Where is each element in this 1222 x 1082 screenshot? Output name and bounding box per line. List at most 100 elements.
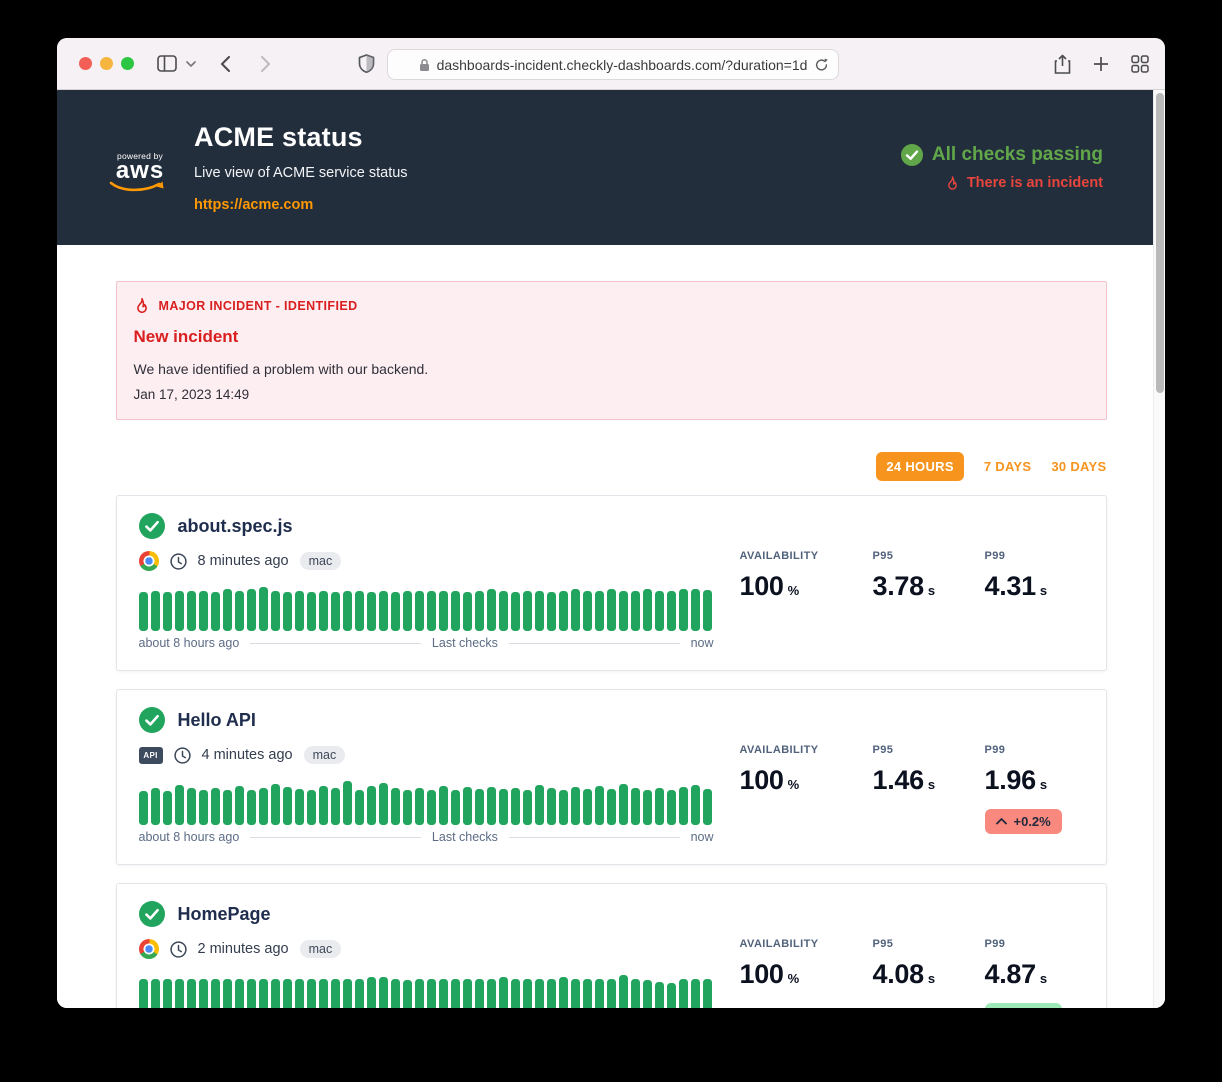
chart-bar [571, 979, 580, 1008]
chart-bar [499, 977, 508, 1008]
chart-bar [643, 980, 652, 1008]
chart-bar [199, 979, 208, 1008]
chart-bar [679, 979, 688, 1008]
axis-mid-label: Last checks [432, 636, 498, 650]
chart-bar [139, 592, 148, 631]
chart-bar [151, 979, 160, 1008]
last-run-text: 8 minutes ago [198, 553, 289, 569]
chart-bar [391, 788, 400, 825]
chart-bar [463, 787, 472, 825]
chart-bar [547, 788, 556, 825]
page-content: powered by aws ACME status Live view of … [57, 90, 1165, 1008]
delta-badge: −0.2% [985, 1003, 1062, 1008]
new-tab-icon[interactable] [1093, 56, 1109, 72]
chart-bar [187, 979, 196, 1008]
clock-icon [174, 747, 191, 764]
chart-bar [259, 979, 268, 1008]
browser-window: dashboards-incident.checkly-dashboards.c… [57, 38, 1165, 1008]
minimize-button[interactable] [100, 57, 113, 70]
stat-label: P99 [985, 550, 1084, 562]
chart-bar [427, 591, 436, 631]
check-circle-icon [139, 901, 165, 927]
chart-bar [571, 589, 580, 631]
scrollbar[interactable] [1153, 90, 1165, 1008]
chart-bar [631, 979, 640, 1008]
chart-bar [139, 791, 148, 825]
chart-bar [511, 788, 520, 825]
flame-icon [945, 175, 960, 192]
clock-icon [170, 553, 187, 570]
chart-bar [415, 591, 424, 631]
check-circle-icon [901, 144, 923, 166]
tab-7-days[interactable]: 7 DAYS [984, 459, 1032, 474]
check-cards: about.spec.js API 8 minutes ago mac abou… [116, 495, 1107, 1008]
chart-bar [247, 790, 256, 825]
privacy-shield-icon[interactable] [351, 49, 381, 79]
site-link[interactable]: https://acme.com [194, 197, 313, 213]
chart-bar [307, 592, 316, 631]
chart-bar [163, 791, 172, 825]
chart-bar [259, 587, 268, 631]
chart-bar [319, 786, 328, 825]
chart-bar [655, 982, 664, 1008]
chart-bar [187, 591, 196, 631]
check-card: about.spec.js API 8 minutes ago mac abou… [116, 495, 1107, 671]
stat-label: AVAILABILITY [740, 938, 873, 950]
chart-bar [667, 591, 676, 631]
forward-icon[interactable] [250, 49, 280, 79]
tab-overview-icon[interactable] [1131, 55, 1149, 73]
stat-value: 1.96s [985, 765, 1084, 796]
chart-bar [295, 591, 304, 631]
last-run-text: 4 minutes ago [202, 747, 293, 763]
chart-bar [487, 787, 496, 825]
chart-axis: about 8 hours ago Last checks now [139, 830, 714, 844]
chart-bar [475, 789, 484, 825]
close-button[interactable] [79, 57, 92, 70]
aws-logo: powered by aws [108, 151, 172, 194]
check-name: about.spec.js [178, 516, 293, 537]
incident-title: New incident [134, 327, 1089, 347]
clock-icon [170, 941, 187, 958]
chart-bar [223, 589, 232, 631]
status-passing-label: All checks passing [932, 144, 1103, 166]
chart-bar [487, 979, 496, 1008]
status-incident[interactable]: There is an incident [901, 175, 1103, 192]
sidebar-toggle-icon[interactable] [152, 49, 182, 79]
chart-bar [199, 790, 208, 825]
tab-24-hours[interactable]: 24 HOURS [876, 452, 963, 481]
chart-bar [523, 790, 532, 825]
last-run-text: 2 minutes ago [198, 941, 289, 957]
tab-30-days[interactable]: 30 DAYS [1051, 459, 1106, 474]
chart-bar [487, 589, 496, 631]
chart-bar [271, 784, 280, 825]
chart-bar [583, 789, 592, 825]
share-icon[interactable] [1054, 54, 1071, 75]
chart-bar [427, 979, 436, 1008]
reload-icon[interactable] [814, 57, 829, 73]
stat-value: 100% [740, 959, 873, 990]
chart-bar [595, 591, 604, 631]
desktop-background: dashboards-incident.checkly-dashboards.c… [0, 0, 1222, 1082]
browser-toolbar: dashboards-incident.checkly-dashboards.c… [57, 38, 1165, 90]
chart-bar [607, 789, 616, 825]
address-bar[interactable]: dashboards-incident.checkly-dashboards.c… [387, 49, 839, 80]
chart-bar [559, 790, 568, 825]
chrome-icon [139, 939, 159, 959]
chart-bar [391, 979, 400, 1008]
chart-bar [595, 979, 604, 1008]
stat-value: 4.87s [985, 959, 1084, 990]
chart-bar [271, 591, 280, 631]
chart-bar [295, 979, 304, 1008]
chevron-down-icon[interactable] [182, 49, 200, 79]
chart-bar [679, 787, 688, 825]
chart-bar [271, 979, 280, 1008]
zoom-button[interactable] [121, 57, 134, 70]
axis-start-label: about 8 hours ago [139, 636, 240, 650]
chart-bar [415, 979, 424, 1008]
chart-bar [535, 591, 544, 631]
chart-bar [235, 786, 244, 825]
chart-bar [703, 789, 712, 825]
chart-bar [367, 977, 376, 1008]
scrollbar-thumb[interactable] [1156, 93, 1164, 393]
back-icon[interactable] [210, 49, 240, 79]
